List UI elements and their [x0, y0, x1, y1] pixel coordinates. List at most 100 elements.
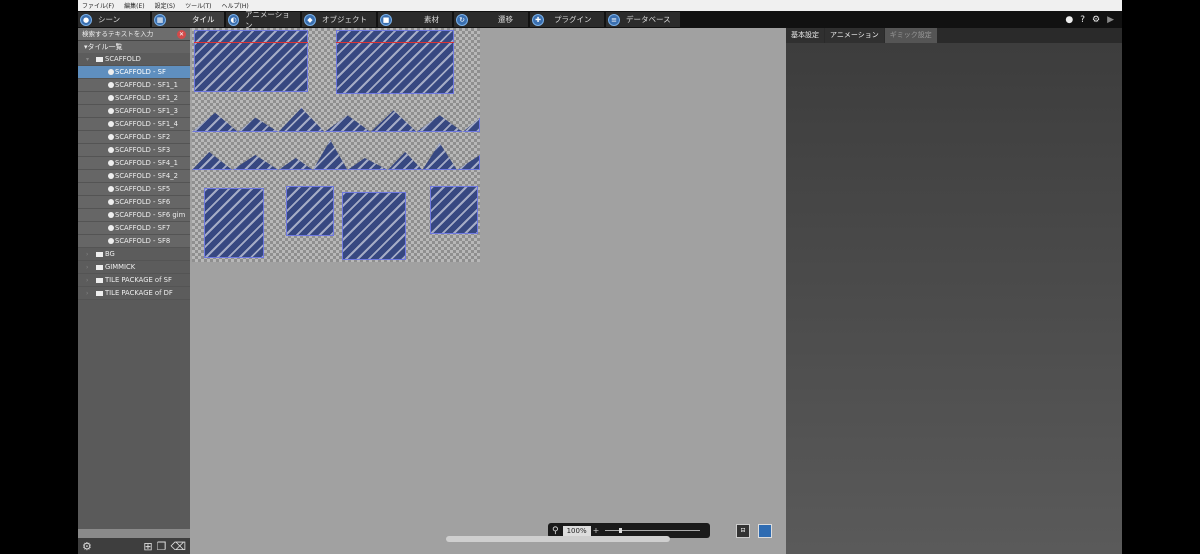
tileset-image[interactable]	[192, 28, 480, 262]
tree-item[interactable]: SCAFFOLD - SF8	[78, 235, 190, 248]
chevron-right-icon[interactable]: ›	[86, 274, 96, 286]
chevron-right-icon[interactable]: ›	[86, 261, 96, 273]
slope-tile-row[interactable]	[192, 140, 480, 170]
tab-scene[interactable]: ● シーン	[78, 12, 150, 27]
tab-animation-settings[interactable]: アニメーション	[825, 28, 884, 43]
menu-file[interactable]: ファイル(F)	[82, 1, 114, 10]
tree-item[interactable]: SCAFFOLD - SF4_1	[78, 157, 190, 170]
zoom-value[interactable]: 100%	[562, 525, 591, 536]
tree-item[interactable]: SCAFFOLD - SF1_3	[78, 105, 190, 118]
menu-settings[interactable]: 設定(S)	[155, 1, 176, 10]
plugin-icon: ✚	[532, 13, 544, 26]
tab-material[interactable]: ■ 素材	[378, 12, 452, 27]
object-icon: ◆	[304, 13, 316, 26]
tree-item[interactable]: SCAFFOLD - SF1_4	[78, 118, 190, 131]
collision-line	[194, 42, 308, 43]
tab-animation[interactable]: ◐ アニメーション	[226, 10, 300, 30]
tile-icon	[108, 225, 114, 231]
add-folder-icon[interactable]: ⊞	[143, 540, 152, 553]
horizontal-scrollbar[interactable]	[78, 529, 190, 538]
zoom-slider[interactable]	[605, 528, 700, 533]
menu-edit[interactable]: 編集(E)	[124, 1, 144, 10]
chevron-down-icon[interactable]: ▾	[86, 53, 96, 65]
transition-icon: ↻	[456, 13, 468, 26]
tree-item[interactable]: SCAFFOLD - SF5	[78, 183, 190, 196]
tree-folder-gimmick[interactable]: › GIMMICK	[78, 261, 190, 274]
folder-icon	[96, 264, 103, 270]
help-icon[interactable]: ?	[1080, 15, 1085, 25]
canvas-horizontal-scrollbar[interactable]	[446, 536, 670, 542]
play-icon[interactable]: ▶	[1107, 15, 1114, 25]
tab-plugin[interactable]: ✚ プラグイン	[530, 12, 604, 27]
gear-icon[interactable]: ⚙	[82, 540, 92, 553]
clear-search-icon[interactable]: ✕	[177, 29, 186, 39]
folder-icon	[96, 56, 103, 62]
tile-icon	[108, 160, 114, 166]
zoom-slider-handle[interactable]	[619, 528, 623, 533]
tree-item[interactable]: SCAFFOLD - SF6 gim	[78, 209, 190, 222]
tab-gimmick-settings[interactable]: ギミック設定	[884, 28, 937, 43]
color-swatch-button[interactable]	[758, 524, 772, 538]
new-file-icon[interactable]: ❐	[157, 540, 167, 553]
animation-icon: ◐	[228, 13, 239, 26]
properties-panel: 基本設定 アニメーション ギミック設定	[786, 28, 1122, 554]
tile-icon	[108, 199, 114, 205]
tile-block[interactable]	[342, 192, 406, 260]
folder-icon	[96, 290, 103, 296]
tile-icon	[108, 82, 114, 88]
tile-list-panel: ✕ ▾タイル一覧 ▾SCAFFOLD SCAFFOLD - SF SCAFFOL…	[78, 28, 190, 554]
tile-icon	[108, 238, 114, 244]
record-icon[interactable]: ●	[1065, 15, 1073, 25]
menu-tools[interactable]: ツール(T)	[185, 1, 211, 10]
chevron-right-icon[interactable]: ›	[86, 287, 96, 299]
magnifier-icon: ⚲	[552, 525, 559, 536]
tile-tree: ▾ SCAFFOLD SCAFFOLD - SF SCAFFOLD - SF1_1…	[78, 53, 190, 300]
tree-item[interactable]: SCAFFOLD - SF4_2	[78, 170, 190, 183]
tree-item[interactable]: SCAFFOLD - SF	[78, 66, 190, 79]
slope-tile-row[interactable]	[192, 108, 480, 132]
tree-item[interactable]: SCAFFOLD - SF6	[78, 196, 190, 209]
grid-toggle-button[interactable]: ⊟	[736, 524, 750, 538]
tree-folder-tile-package-df[interactable]: › TILE PACKAGE of DF	[78, 287, 190, 300]
tree-header: ▾タイル一覧	[78, 41, 190, 53]
tree-item[interactable]: SCAFFOLD - SF2	[78, 131, 190, 144]
main-tab-bar: ● シーン ▦ タイル ◐ アニメーション ◆ オブジェクト ■ 素材 ↻ 遷移 ✚ プラグイ…	[78, 10, 1122, 30]
tab-tile[interactable]: ▦ タイル	[152, 12, 224, 27]
toolbar-right: ● ? ⚙ ▶	[1065, 11, 1114, 28]
tree-folder-bg[interactable]: › BG	[78, 248, 190, 261]
tile-icon	[108, 173, 114, 179]
tree-item[interactable]: SCAFFOLD - SF1_2	[78, 92, 190, 105]
tree-item[interactable]: SCAFFOLD - SF7	[78, 222, 190, 235]
tile-block[interactable]	[430, 186, 478, 234]
properties-tabs: 基本設定 アニメーション ギミック設定	[786, 28, 1122, 43]
search-input[interactable]	[82, 30, 172, 38]
search-bar: ✕	[78, 28, 190, 41]
menu-bar: ファイル(F) 編集(E) 設定(S) ツール(T) ヘルプ(H)	[78, 0, 1122, 11]
tree-item[interactable]: SCAFFOLD - SF3	[78, 144, 190, 157]
tile-icon	[108, 95, 114, 101]
gear-icon[interactable]: ⚙	[1092, 15, 1100, 25]
tab-object[interactable]: ◆ オブジェクト	[302, 12, 376, 27]
tab-basic-settings[interactable]: 基本設定	[786, 28, 824, 43]
chevron-right-icon[interactable]: ›	[86, 248, 96, 260]
tree-folder-tile-package-sf[interactable]: › TILE PACKAGE of SF	[78, 274, 190, 287]
collision-line	[336, 42, 454, 43]
tile-block[interactable]	[286, 186, 334, 236]
tile-icon: ▦	[154, 13, 166, 26]
tab-transition[interactable]: ↻ 遷移	[454, 12, 528, 27]
zoom-plus-button[interactable]: +	[593, 526, 600, 535]
tab-database[interactable]: ≡ データベース	[606, 12, 680, 27]
tree-item[interactable]: SCAFFOLD - SF1_1	[78, 79, 190, 92]
tile-icon	[108, 134, 114, 140]
tile-icon	[108, 212, 114, 218]
scene-icon: ●	[80, 13, 92, 26]
tree-folder-scaffold[interactable]: ▾ SCAFFOLD	[78, 53, 190, 66]
folder-icon	[96, 277, 103, 283]
tile-block[interactable]	[204, 188, 264, 258]
tile-canvas[interactable]: ⚲ 100% + ⊟	[190, 28, 786, 554]
tile-block[interactable]	[194, 30, 308, 92]
trash-icon[interactable]: ⌫	[170, 540, 186, 553]
material-icon: ■	[380, 13, 392, 26]
tile-block[interactable]	[336, 30, 454, 94]
tile-list-footer: ⚙ ⊞ ❐ ⌫	[78, 538, 190, 554]
